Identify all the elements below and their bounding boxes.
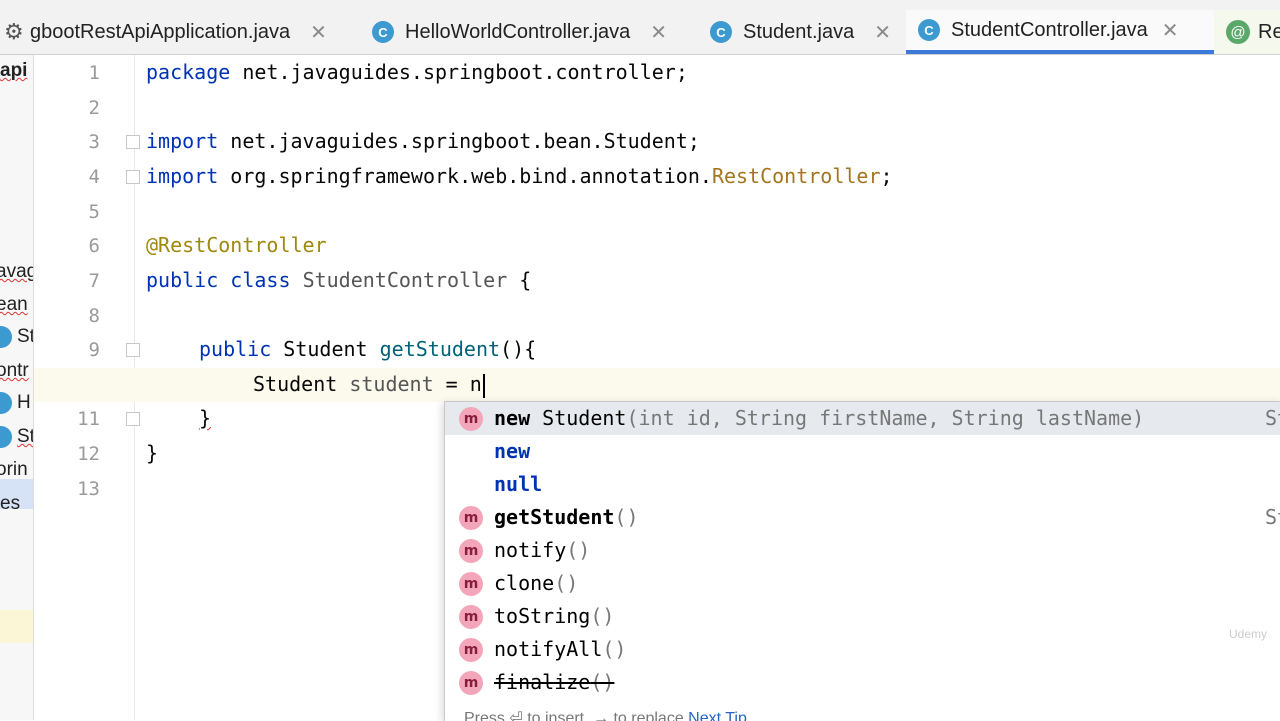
code-line-1: package net.javaguides.springboot.contro… xyxy=(146,60,688,84)
tree-item-student[interactable]: St xyxy=(0,326,34,348)
class-icon: C xyxy=(372,21,394,43)
method-icon: m xyxy=(459,638,483,662)
tab-student[interactable]: C Student.java ✕ xyxy=(710,10,891,54)
current-line-highlight xyxy=(34,368,1280,402)
method-icon: m xyxy=(459,407,483,431)
tab-springboot-rest-api-application[interactable]: gbootRestApiApplication.java ✕ xyxy=(30,10,327,54)
method-icon: m xyxy=(459,506,483,530)
line-number: 1 xyxy=(88,62,100,84)
line-number: 4 xyxy=(88,166,100,188)
tab-label: gbootRestApiApplication.java xyxy=(30,20,291,43)
next-tip-link[interactable]: Next Tip xyxy=(688,710,747,721)
gear-icon[interactable]: ⚙ xyxy=(4,20,24,45)
tab-label: StudentController.java xyxy=(951,18,1148,41)
editor-tab-bar: ⚙ gbootRestApiApplication.java ✕ C Hello… xyxy=(0,0,1280,55)
code-line-3: import net.javaguides.springboot.bean.St… xyxy=(146,129,700,153)
completion-item[interactable]: m new Student(int id, String firstName, … xyxy=(445,402,1280,435)
tree-item-bean[interactable]: ean xyxy=(0,294,28,316)
completion-item[interactable]: m clone() xyxy=(445,567,1280,600)
tree-item-java[interactable]: avag xyxy=(0,261,33,283)
code-line-4: import org.springframework.web.bind.anno… xyxy=(146,164,893,188)
tab-hello-world-controller[interactable]: C HelloWorldController.java ✕ xyxy=(372,10,667,54)
class-icon xyxy=(0,392,12,414)
code-line-6: @RestController xyxy=(146,233,327,257)
completion-footer: Press ⏎ to insert, → to replace Next Tip xyxy=(464,708,747,721)
tree-highlight xyxy=(0,610,33,643)
annotation-icon: @ xyxy=(1226,20,1250,44)
line-number: 12 xyxy=(77,443,100,465)
class-icon xyxy=(0,326,12,348)
project-tree-panel: api avag ean St ontr H St orin es xyxy=(0,55,34,720)
tree-label: St xyxy=(17,426,34,448)
method-icon: m xyxy=(459,605,483,629)
tree-item-controller[interactable]: ontr xyxy=(0,360,29,382)
completion-item[interactable]: null xyxy=(445,468,1280,501)
close-icon[interactable]: ✕ xyxy=(310,20,327,45)
code-completion-popup[interactable]: m new Student(int id, String firstName, … xyxy=(444,401,1280,721)
code-line-10: Student student = n xyxy=(253,372,485,398)
tab-student-controller[interactable]: C StudentController.java ✕ xyxy=(906,10,1214,54)
line-number: 6 xyxy=(88,235,100,257)
completion-item[interactable]: m getStudent() St xyxy=(445,501,1280,534)
code-line-9: public Student getStudent(){ xyxy=(199,337,537,361)
tree-item-student-controller[interactable]: St xyxy=(0,426,34,448)
completion-item[interactable]: m toString() xyxy=(445,600,1280,633)
code-line-12: } xyxy=(146,441,159,465)
return-type: St xyxy=(1265,406,1280,430)
method-icon: m xyxy=(459,539,483,563)
completion-item[interactable]: new xyxy=(445,435,1280,468)
line-number: 13 xyxy=(77,478,100,500)
tree-label: St xyxy=(17,326,34,348)
tree-item-api[interactable]: api xyxy=(0,60,27,82)
line-number: 7 xyxy=(88,270,100,292)
class-icon: C xyxy=(918,19,940,41)
line-number: 3 xyxy=(88,131,100,153)
tree-item-spring[interactable]: orin xyxy=(0,459,28,481)
tab-label: Re xyxy=(1258,20,1280,43)
tree-label: H xyxy=(17,392,31,414)
tab-rest-annotation[interactable]: @ Re xyxy=(1214,10,1280,54)
close-icon[interactable]: ✕ xyxy=(650,20,667,45)
return-type: St xyxy=(1265,505,1280,529)
tab-label: Student.java xyxy=(743,20,855,43)
line-number: 8 xyxy=(88,305,100,327)
tree-item-hello-world[interactable]: H xyxy=(0,392,31,414)
watermark: Udemy xyxy=(1229,627,1268,641)
line-number: 11 xyxy=(77,408,100,430)
close-icon[interactable]: ✕ xyxy=(874,20,891,45)
completion-item[interactable]: m notifyAll() xyxy=(445,633,1280,666)
code-line-7: public class StudentController { xyxy=(146,268,532,292)
tree-item-resources[interactable]: es xyxy=(0,493,20,515)
tab-label: HelloWorldController.java xyxy=(405,20,631,43)
line-number: 9 xyxy=(88,339,100,361)
close-icon[interactable]: ✕ xyxy=(1162,18,1179,43)
text-cursor xyxy=(482,373,485,398)
completion-item[interactable]: m notify() xyxy=(445,534,1280,567)
line-number: 5 xyxy=(88,201,100,223)
completion-item[interactable]: m finalize() xyxy=(445,666,1280,699)
method-icon: m xyxy=(459,671,483,695)
method-icon: m xyxy=(459,572,483,596)
class-icon xyxy=(0,426,12,448)
code-line-11: } xyxy=(199,406,212,430)
class-icon: C xyxy=(710,21,732,43)
line-number: 2 xyxy=(88,97,100,119)
